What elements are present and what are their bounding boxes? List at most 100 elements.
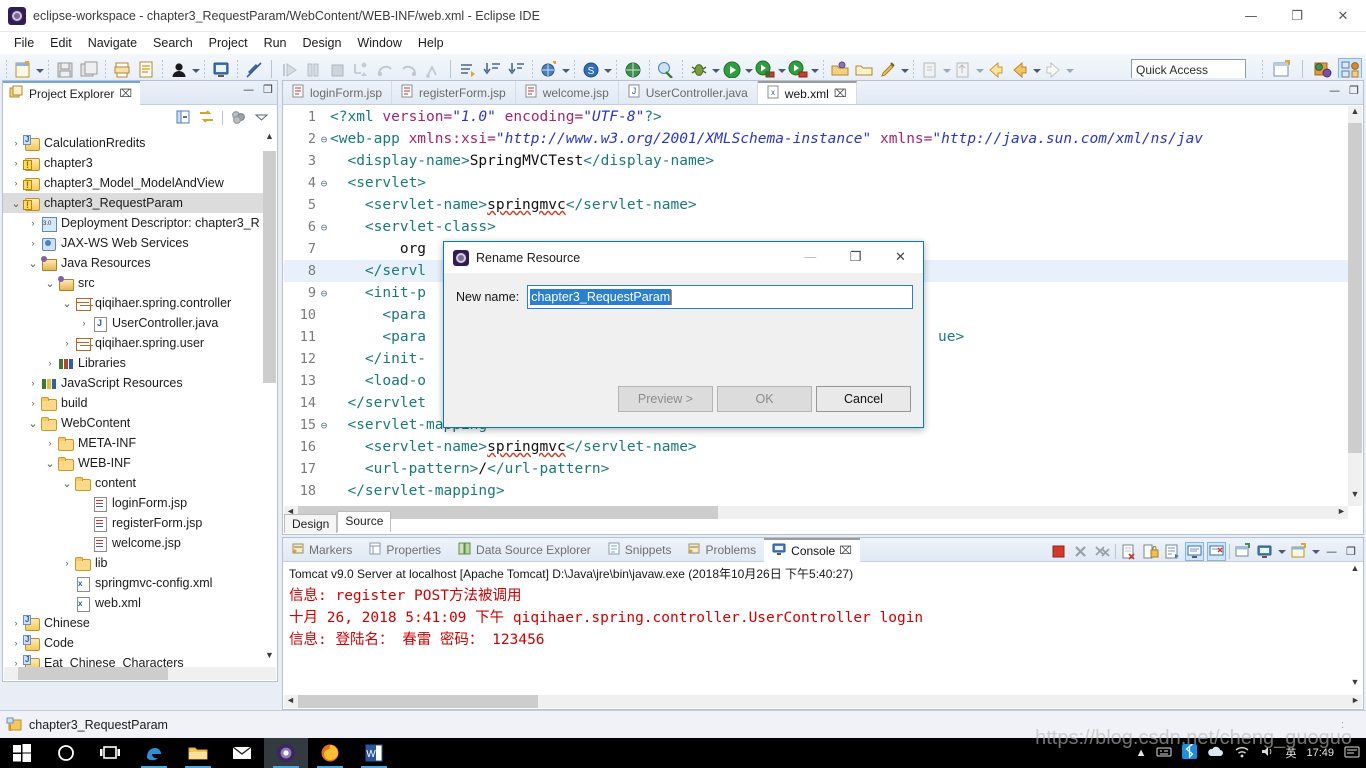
scroll-up-icon[interactable]: ▲ [263,131,276,148]
edge-icon[interactable] [132,738,176,768]
quick-access-input[interactable]: Quick Access [1131,59,1246,80]
language-indicator[interactable]: 英 [1285,745,1296,761]
collapse-all-icon[interactable] [175,109,191,128]
menu-edit[interactable]: Edit [42,34,80,52]
scroll-thumb[interactable] [18,667,168,680]
menu-design[interactable]: Design [295,34,350,52]
fold-toggle-icon[interactable]: ⊖ [318,133,330,146]
tree-item[interactable]: › UserController.java [3,313,263,333]
chevron-down-icon[interactable]: ⌄ [60,297,74,310]
code-line[interactable]: 16 <servlet-name>springmvc</servlet-name… [284,436,1348,458]
editor-tab[interactable]: registerForm.jsp [392,81,516,104]
chevron-right-icon[interactable]: › [26,378,40,388]
new-name-input[interactable]: chapter3_RequestParam [527,285,913,309]
menu-navigate[interactable]: Navigate [80,34,145,52]
code-line[interactable]: 6 ⊖ <servlet-class> [284,216,1348,238]
tree-item[interactable]: welcome.jsp [3,533,263,553]
chevron-right-icon[interactable]: › [77,318,91,328]
editor-tab[interactable]: J UserController.java [619,81,758,104]
tree-item[interactable]: ⌄ WEB-INF [3,453,263,473]
network-icon[interactable] [1234,745,1250,761]
tree-item[interactable]: ⌄ src [3,273,263,293]
scroll-down-icon[interactable]: ▼ [1348,489,1362,506]
cortana-icon[interactable] [44,738,88,768]
tree-item[interactable]: ⌄ qiqihaer.spring.controller [3,293,263,313]
word-wrap-icon[interactable] [1163,542,1182,561]
tree-item[interactable]: › Code [3,633,263,653]
mail-icon[interactable] [220,738,264,768]
chevron-right-icon[interactable]: › [9,618,23,628]
console-vertical-scrollbar[interactable]: ▲ ▼ [1348,563,1362,694]
editor-vertical-scrollbar[interactable]: ▲ ▼ [1348,106,1362,506]
console-tab[interactable]: Properties [360,538,449,562]
display-selected-console-icon[interactable] [1233,542,1252,561]
code-line[interactable]: 2 ⊖ <web-app xmlns:xsi="http://www.w3.org/… [284,128,1348,150]
tree-item[interactable]: › JAX-WS Web Services [3,233,263,253]
console-horizontal-scrollbar[interactable]: ◄ ► [284,695,1362,708]
word-icon[interactable]: W [352,738,396,768]
menu-search[interactable]: Search [145,34,201,52]
tree-item[interactable]: › qiqihaer.spring.user [3,333,263,353]
open-console-icon[interactable] [1255,542,1274,561]
minimize-view-icon[interactable]: — [243,84,254,95]
editor-mode-tab[interactable]: Design [284,514,338,533]
console-tab[interactable]: Snippets [599,538,680,562]
scroll-up-icon[interactable]: ▲ [1348,106,1362,123]
close-icon[interactable]: ⌧ [839,544,852,557]
code-line[interactable]: 1 <?xml version="1.0" encoding="UTF-8"?> [284,106,1348,128]
tree-item[interactable]: › chapter3 [3,153,263,173]
close-icon[interactable]: ⌧ [834,87,847,100]
tree-item[interactable]: ⌄ chapter3_RequestParam [3,193,263,213]
chevron-down-icon[interactable]: ⌄ [43,277,57,290]
volume-icon[interactable] [1260,745,1275,761]
scroll-right-icon[interactable]: ► [1335,506,1348,519]
minimize-view-icon[interactable]: — [1323,546,1340,557]
tree-item[interactable]: › lib [3,553,263,573]
remove-all-terminated-icon[interactable] [1093,542,1112,561]
new-console-dropdown-icon[interactable] [1311,540,1321,562]
code-line[interactable]: 3 <display-name>SpringMVCTest</display-n… [284,150,1348,172]
tree-item[interactable]: ⌄ content [3,473,263,493]
view-menu-icon[interactable] [230,109,247,128]
terminate-icon[interactable] [1049,542,1068,561]
project-tree-horizontal-scrollbar[interactable] [4,667,276,680]
fold-toggle-icon[interactable]: ⊖ [318,419,330,432]
project-tree[interactable]: › CalculationRredits › chapter3 › chapter3_Mo… [3,131,263,667]
tree-item[interactable]: registerForm.jsp [3,513,263,533]
remove-launch-icon[interactable] [1071,542,1090,561]
tree-item[interactable]: › JavaScript Resources [3,373,263,393]
chevron-down-icon[interactable]: ⌄ [26,257,40,270]
chevron-down-icon[interactable]: ⌄ [43,457,57,470]
clear-console-icon[interactable] [1119,542,1138,561]
scroll-lock-icon[interactable] [1141,542,1160,561]
bluetooth-icon[interactable] [1182,743,1198,762]
chevron-right-icon[interactable]: › [9,138,23,148]
fold-toggle-icon[interactable]: ⊖ [318,221,330,234]
code-line[interactable]: 5 <servlet-name>springmvc</servlet-name> [284,194,1348,216]
taskbar-clock[interactable]: 17:49 [1306,747,1334,759]
tree-item[interactable]: › chapter3_Model_ModelAndView [3,173,263,193]
chevron-right-icon[interactable]: › [26,218,40,228]
project-tree-vertical-scrollbar[interactable]: ▲ ▼ [263,131,276,667]
editor-tab[interactable]: x web.xml ⌧ [757,81,857,104]
editor-mode-tab[interactable]: Source [337,511,392,532]
minimize-button[interactable]: — [1228,0,1274,32]
input-method-icon[interactable] [1156,745,1172,762]
chevron-right-icon[interactable]: › [9,178,23,188]
dialog-minimize-button[interactable]: — [788,242,833,273]
editor-tab[interactable]: loginForm.jsp [283,81,393,104]
tab-project-explorer[interactable]: Project Explorer ⌧ [3,80,141,105]
tree-item[interactable]: › Chinese [3,613,263,633]
maximize-view-icon[interactable]: ❐ [1349,85,1359,96]
minimize-view-icon[interactable]: — [1329,85,1340,96]
chevron-right-icon[interactable]: › [9,158,23,168]
menu-run[interactable]: Run [256,34,295,52]
file-explorer-icon[interactable] [176,738,220,768]
tree-item[interactable]: › CalculationRredits [3,133,263,153]
scroll-left-icon[interactable]: ◄ [284,695,297,708]
restore-button[interactable]: ❐ [1274,0,1320,32]
start-icon[interactable] [0,738,44,768]
tree-item[interactable]: web.xml [3,593,263,613]
maximize-view-icon[interactable]: ❐ [1343,546,1359,557]
chevron-right-icon[interactable]: › [43,438,57,448]
